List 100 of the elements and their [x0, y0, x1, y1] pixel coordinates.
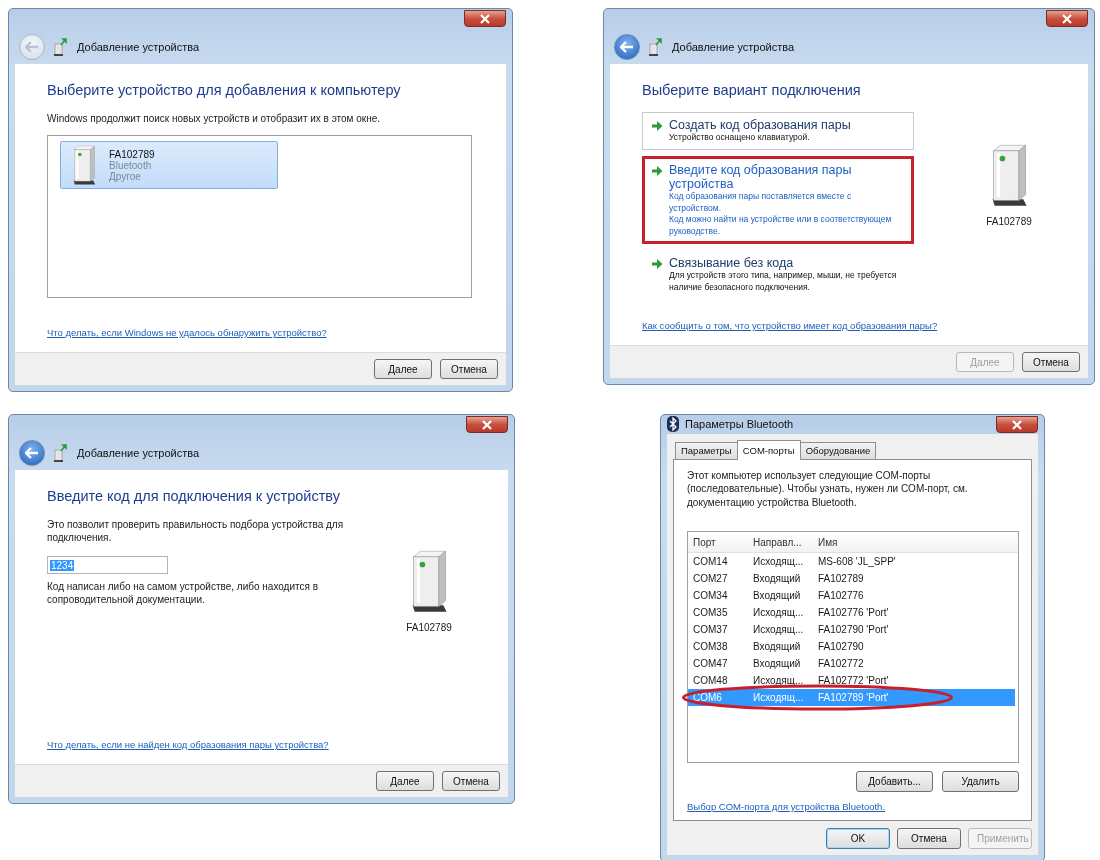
table-cell-text: MS-608 'JL_SPP' [818, 556, 897, 567]
device-label: FA102789 [986, 216, 1032, 227]
close-icon [1061, 13, 1073, 24]
pairing-option[interactable]: Связывание без кода Для устройств этого типа, например, мыши, не требуется наличие безопасного подключения. [642, 250, 914, 301]
tab[interactable]: Оборудование [799, 441, 877, 459]
table-cell-text: Исходящ... [753, 556, 805, 567]
table-cell-text: COM47 [692, 658, 729, 669]
option-title: Связывание без кода [669, 256, 795, 271]
table-cell-text: COM14 [692, 556, 729, 567]
column-header[interactable]: Порт [688, 536, 753, 548]
option-title: Введите код образования пары устройства [669, 163, 853, 192]
option-description: Для устройств этого типа, например, мыши, не требуется наличие безопасного подключения. [669, 270, 898, 294]
close-icon [479, 13, 491, 24]
table-cell-text: FA102790 [818, 641, 865, 652]
dialog-button[interactable]: Отмена [440, 359, 498, 379]
help-link[interactable]: Выбор COM-порта для устройства Bluetooth. [687, 801, 1019, 812]
back-arrow-icon [620, 41, 634, 53]
back-button[interactable] [19, 440, 45, 466]
table-cell-text: FA102790 'Port' [818, 624, 890, 635]
arrow-icon [651, 165, 663, 178]
table-row[interactable]: COM35 Исходящ... FA102776 'Port' [688, 604, 1015, 621]
dialog-button[interactable]: Удалить [942, 771, 1019, 792]
option-description: Устройство оснащено клавиатурой. [669, 132, 811, 144]
table-cell-text: COM48 [692, 675, 729, 686]
dialog-button[interactable]: Отмена [1022, 352, 1080, 372]
table-row[interactable]: COM37 Исходящ... FA102790 'Port' [688, 621, 1015, 638]
window-title: Параметры Bluetooth [685, 418, 795, 431]
dialog-button[interactable]: Добавить... [856, 771, 933, 792]
help-link[interactable]: Как сообщить о том, что устройство имеет код образования пары? [642, 320, 1064, 331]
device-label: FA102789 [406, 622, 452, 633]
page-heading: Выберите устройство для добавления к компьютеру [47, 82, 402, 98]
column-header[interactable]: Направл... [753, 536, 818, 548]
table-cell-text: Входящий [753, 590, 802, 601]
dialog-button[interactable]: Далее [374, 359, 432, 379]
table-cell-text: Исходящ... [753, 624, 805, 635]
table-cell-text: COM38 [692, 641, 729, 652]
tab[interactable]: Параметры [675, 441, 738, 459]
help-link[interactable]: Что делать, если Windows не удалось обнаружить устройство? [47, 327, 482, 338]
table-cell-text: Исходящ... [753, 607, 805, 618]
option-description: Код можно найти на устройстве или в соответствующем руководстве. [669, 214, 893, 238]
table-cell-text: FA102789 'Port' [818, 692, 890, 703]
table-cell-text: Исходящ... [753, 692, 805, 703]
table-cell-text: COM27 [692, 573, 729, 584]
window-title: Добавление устройства [672, 41, 795, 53]
window-title: Добавление устройства [77, 447, 200, 459]
close-icon [1011, 419, 1023, 430]
table-row[interactable]: COM48 Исходящ... FA102772 'Port' [688, 672, 1015, 689]
table-cell-text: COM6 [692, 692, 723, 703]
add-device-icon [53, 37, 69, 57]
pairing-option[interactable]: Введите код образования пары устройства Код образования пары поставляется вместе с устройством. Код можно найти на устройстве или в соответствующем руководстве. [642, 156, 914, 245]
table-cell-text: COM34 [692, 590, 729, 601]
help-link[interactable]: Что делать, если не найден код образования пары устройства? [47, 739, 484, 750]
arrow-icon [651, 120, 663, 132]
table-row[interactable]: COM34 Входящий FA102776 [688, 587, 1015, 604]
table-cell-text: Входящий [753, 573, 802, 584]
table-cell-text: FA102776 [818, 590, 865, 601]
option-description: Код образования пары поставляется вместе с устройством. [669, 191, 853, 215]
close-button[interactable] [464, 10, 506, 27]
option-title: Создать код образования пары [669, 118, 851, 132]
back-arrow-icon [25, 447, 39, 459]
window-title: Добавление устройства [77, 41, 200, 53]
column-header[interactable]: Имя [818, 536, 1018, 548]
tab[interactable]: COM-порты [736, 439, 801, 460]
table-cell-text: Входящий [753, 641, 802, 652]
description-text: Этот компьютер использует следующие COM-порты (последовательные). Чтобы узнать, нужен ли COM-порт, см. документацию устройства Bluetooth. [687, 468, 969, 509]
table-row[interactable]: COM38 Входящий FA102790 [688, 638, 1015, 655]
description-text: Windows продолжит поиск новых устройств и отобразит их в этом окне. [47, 112, 382, 125]
dialog-button[interactable]: Отмена [897, 828, 961, 849]
close-button[interactable] [1046, 10, 1088, 27]
back-button[interactable] [614, 34, 640, 60]
dialog-button[interactable]: Отмена [442, 771, 500, 791]
table-cell-text: Входящий [753, 658, 802, 669]
table-row[interactable]: COM14 Исходящ... MS-608 'JL_SPP' [688, 553, 1015, 570]
back-arrow-icon [25, 41, 39, 53]
table-cell-text: Исходящ... [753, 675, 805, 686]
description-text: Это позволит проверить правильность подбора устройства для подключения. [47, 518, 345, 544]
table-cell-text: FA102789 [818, 573, 865, 584]
dialog-button[interactable]: OK [826, 828, 890, 849]
dialog-button[interactable]: Далее [376, 771, 434, 791]
table-cell-text: COM35 [692, 607, 729, 618]
close-button[interactable] [466, 416, 508, 433]
table-row[interactable]: COM27 Входящий FA102789 [688, 570, 1015, 587]
arrow-icon [651, 258, 663, 271]
close-icon [481, 419, 493, 430]
add-device-icon [648, 37, 664, 57]
close-button[interactable] [996, 416, 1038, 433]
page-heading: Выберите вариант подключения [642, 82, 862, 98]
pairing-option[interactable]: Создать код образования пары Устройство оснащено клавиатурой. [642, 112, 914, 151]
hint-text: Код написан либо на самом устройстве, либо находится в сопроводительной документации. [47, 580, 319, 606]
add-device-icon [53, 443, 69, 463]
bluetooth-icon [667, 416, 679, 433]
page-heading: Введите код для подключения к устройству [47, 488, 341, 504]
table-cell-text: FA102772 [818, 658, 865, 669]
table-cell-text: COM37 [692, 624, 729, 635]
table-cell-text: FA102772 'Port' [818, 675, 890, 686]
device-tile[interactable]: FA102789 Bluetooth Другое [60, 141, 278, 189]
device-type: Bluetooth [109, 159, 153, 171]
table-row[interactable]: COM47 Входящий FA102772 [688, 655, 1015, 672]
device-category: Другое [109, 170, 142, 182]
table-cell-text: FA102776 'Port' [818, 607, 890, 618]
